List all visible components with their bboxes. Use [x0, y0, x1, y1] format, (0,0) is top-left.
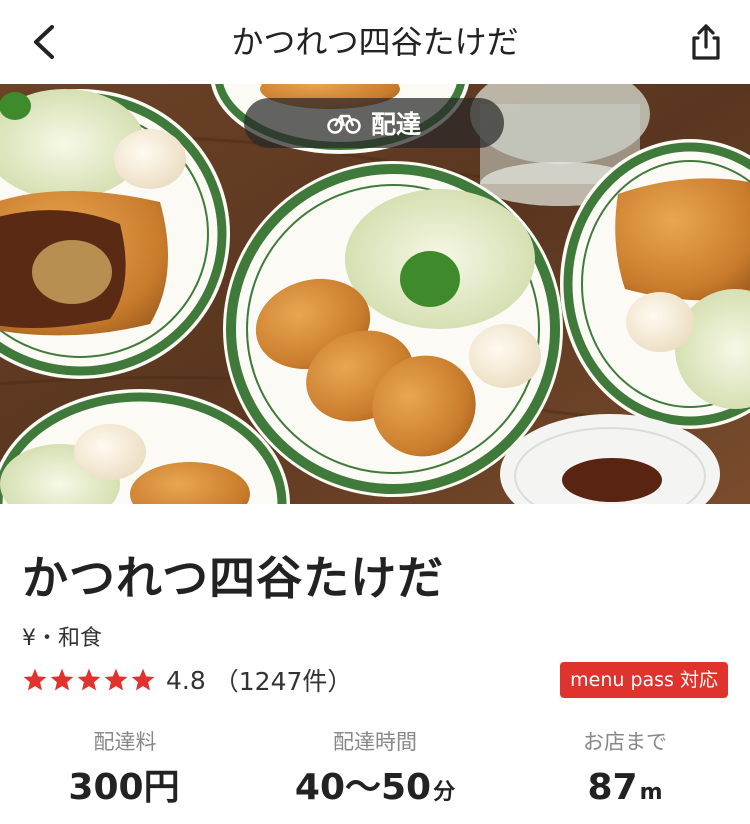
stat-label: お店まで: [583, 730, 667, 754]
top-bar: かつれつ四谷たけだ: [0, 0, 750, 84]
stat-value: 87m: [500, 766, 750, 815]
store-name: かつれつ四谷たけだ: [22, 551, 445, 605]
stats-row: 配達料 300円 配達時間 40〜50分 お店まで 87m: [0, 726, 750, 816]
stat-number: 300円: [68, 767, 180, 808]
star-icon: [104, 668, 128, 691]
star-icon: [77, 668, 101, 691]
stat-value: 300円: [0, 766, 250, 815]
hero-image: 配達: [0, 84, 750, 504]
stat-label: 配達料: [93, 730, 157, 754]
stat-label: 配達時間: [333, 730, 417, 754]
review-count: （1247件）: [213, 667, 353, 696]
star-icon: [23, 668, 47, 691]
stat-item: お店まで 87m: [500, 726, 750, 816]
stat-unit: 分: [433, 780, 456, 805]
star-icon: [50, 668, 74, 691]
star-icon: [131, 668, 155, 691]
stat-item: 配達料 300円: [0, 726, 250, 816]
stat-number: 40〜50: [294, 767, 432, 808]
rating-value: 4.8: [166, 665, 206, 695]
share-button[interactable]: [684, 20, 728, 64]
star-rating: [22, 667, 156, 693]
plate-center: [223, 161, 563, 497]
stat-unit: m: [639, 780, 663, 805]
menu-pass-badge: menu pass 対応: [560, 662, 728, 698]
store-category: ¥・和食: [22, 626, 102, 651]
page-title: かつれつ四谷たけだ: [231, 23, 519, 61]
delivery-label: 配達: [370, 110, 421, 139]
chevron-left-icon: [34, 25, 54, 59]
stat-item: 配達時間 40〜50分: [250, 726, 500, 816]
bicycle-icon: [327, 114, 361, 134]
share-icon: [692, 24, 720, 60]
store-info: かつれつ四谷たけだ ¥・和食 4.8 （1247件） menu pass 対応 …: [0, 504, 750, 824]
delivery-badge: 配達: [244, 98, 504, 148]
back-button[interactable]: [22, 20, 66, 64]
stat-value: 40〜50分: [250, 766, 500, 815]
rating-row[interactable]: 4.8 （1247件）: [22, 662, 352, 698]
stat-number: 87: [587, 767, 638, 808]
